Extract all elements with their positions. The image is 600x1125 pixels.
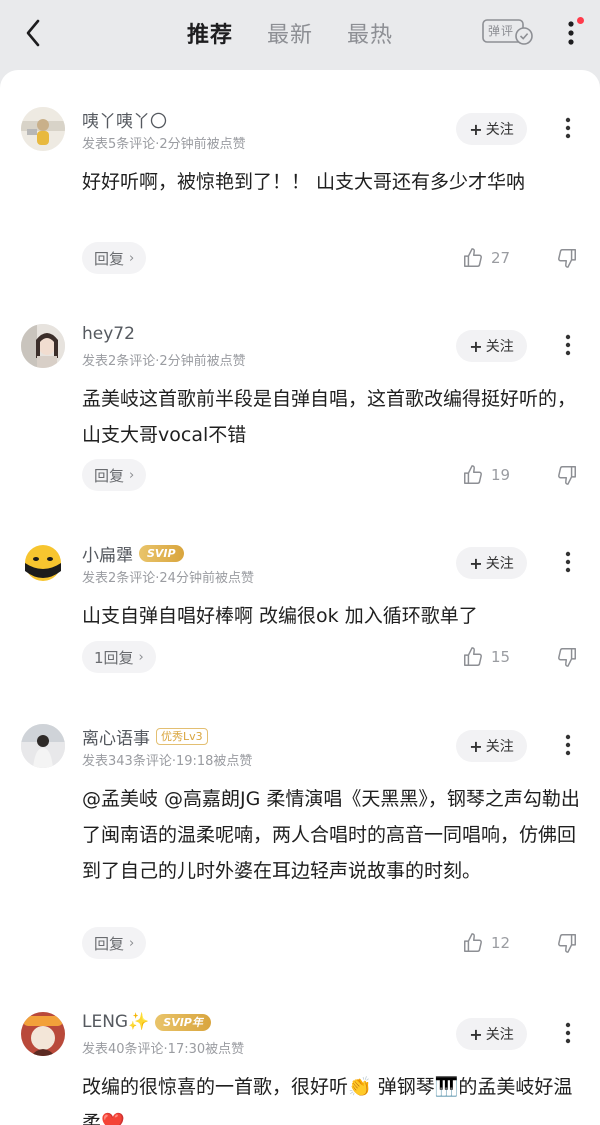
thumbs-up-icon xyxy=(464,647,482,666)
follow-button[interactable]: + 关注 xyxy=(456,730,527,762)
plus-icon: + xyxy=(469,119,483,139)
notification-dot xyxy=(577,17,584,24)
user-meta: 发表2条评论·24分钟前被点赞 xyxy=(82,571,254,586)
thumbs-up-icon xyxy=(464,933,482,952)
username[interactable]: hey72 xyxy=(82,324,135,344)
svip-year-badge: SVIP年 xyxy=(155,1013,211,1031)
tab-hottest[interactable]: 最热 xyxy=(347,17,393,49)
level-badge: 优秀Lv3 xyxy=(156,728,208,745)
avatar[interactable] xyxy=(21,1012,65,1056)
dislike-button[interactable] xyxy=(556,247,578,273)
comment-text: @孟美岐 @高嘉朗JG 柔情演唱《天黑黑》，钢琴之声勾勒出了闽南语的温柔呢喃，两… xyxy=(82,788,580,882)
comment-item: 小扁犟 SVIP 发表2条评论·24分钟前被点赞 + 关注 山支自弹自唱好棒啊 … xyxy=(0,504,600,688)
like-button[interactable]: 19 xyxy=(462,464,510,486)
follow-label: 关注 xyxy=(485,739,514,755)
more-vertical-icon xyxy=(565,734,571,756)
user-info: hey72 xyxy=(82,324,135,344)
comment-more-button[interactable] xyxy=(558,113,578,143)
avatar[interactable] xyxy=(21,541,65,585)
more-vertical-icon xyxy=(565,551,571,573)
comment-text: 孟美岐这首歌前半段是自弹自唱，这首歌改编得挺好听的，山支大哥vocal不错 xyxy=(82,388,577,446)
username[interactable]: 小扁犟 xyxy=(82,541,133,566)
comment-item: LENG✨ SVIP年 发表40条评论·17:30被点赞 + 关注 改编的很惊喜… xyxy=(0,975,600,1125)
comment-list: 咦丫咦丫〇 发表5条评论·2分钟前被点赞 + 关注 好好听啊，被惊艳到了！！ 山… xyxy=(0,70,600,1125)
username[interactable]: LENG✨ xyxy=(82,1012,149,1032)
username[interactable]: 离心语事 xyxy=(82,724,150,749)
comment-text: 山支自弹自唱好棒啊 改编很ok 加入循环歌单了 xyxy=(82,605,478,627)
plus-icon: + xyxy=(469,736,483,756)
more-vertical-icon xyxy=(565,117,571,139)
follow-label: 关注 xyxy=(485,1027,514,1043)
tab-latest[interactable]: 最新 xyxy=(267,17,313,49)
follow-button[interactable]: + 关注 xyxy=(456,330,527,362)
like-count: 19 xyxy=(491,466,511,484)
thumbs-down-icon xyxy=(558,648,576,667)
user-meta: 发表343条评论·19:18被点赞 xyxy=(82,754,253,769)
like-count: 27 xyxy=(491,249,511,267)
svip-badge: SVIP xyxy=(139,545,184,562)
like-button[interactable]: 15 xyxy=(462,646,510,668)
reply-button[interactable]: 1回复 › xyxy=(82,641,156,673)
comment-item: hey72 发表2条评论·2分钟前被点赞 + 关注 孟美岐这首歌前半段是自弹自唱… xyxy=(0,287,600,507)
reply-button[interactable]: 回复 › xyxy=(82,242,147,274)
thumbs-down-icon xyxy=(558,249,576,268)
avatar[interactable] xyxy=(21,107,65,151)
dislike-button[interactable] xyxy=(556,646,578,672)
chevron-right-icon: › xyxy=(138,649,144,665)
follow-label: 关注 xyxy=(485,339,514,355)
plus-icon: + xyxy=(469,553,483,573)
dislike-button[interactable] xyxy=(556,932,578,958)
more-vertical-icon xyxy=(568,21,574,45)
chevron-right-icon: › xyxy=(129,467,135,483)
reply-label: 回复 xyxy=(94,466,125,485)
user-meta: 发表40条评论·17:30被点赞 xyxy=(82,1042,245,1057)
tab-recommended[interactable]: 推荐 xyxy=(187,17,233,49)
user-info: 咦丫咦丫〇 xyxy=(82,107,167,132)
user-meta: 发表5条评论·2分钟前被点赞 xyxy=(82,137,246,152)
username[interactable]: 咦丫咦丫〇 xyxy=(82,107,167,132)
dislike-button[interactable] xyxy=(556,464,578,490)
chevron-right-icon: › xyxy=(129,935,135,951)
comment-text: 好好听啊，被惊艳到了！！ 山支大哥还有多少才华呐 xyxy=(82,171,526,193)
like-count: 12 xyxy=(491,934,511,952)
avatar[interactable] xyxy=(21,324,65,368)
reply-button[interactable]: 回复 › xyxy=(82,459,147,491)
danmu-label: 弹评 xyxy=(488,24,515,38)
like-button[interactable]: 12 xyxy=(462,932,510,954)
top-bar: 推荐 最新 最热 弹评 xyxy=(0,0,600,70)
follow-button[interactable]: + 关注 xyxy=(456,113,527,145)
comment-more-button[interactable] xyxy=(558,547,578,577)
reply-button[interactable]: 回复 › xyxy=(82,927,147,959)
thumbs-down-icon xyxy=(558,466,576,485)
danmu-comment-toggle[interactable]: 弹评 xyxy=(482,19,534,45)
comment-item: 咦丫咦丫〇 发表5条评论·2分钟前被点赞 + 关注 好好听啊，被惊艳到了！！ 山… xyxy=(0,70,600,290)
more-vertical-icon xyxy=(565,334,571,356)
comment-more-button[interactable] xyxy=(558,330,578,360)
reply-label: 回复 xyxy=(94,934,125,953)
like-count: 15 xyxy=(491,648,511,666)
plus-icon: + xyxy=(469,336,483,356)
plus-icon: + xyxy=(469,1024,483,1044)
follow-button[interactable]: + 关注 xyxy=(456,547,527,579)
user-meta: 发表2条评论·2分钟前被点赞 xyxy=(82,354,246,369)
comment-text: 改编的很惊喜的一首歌，很好听👏 弹钢琴🎹的孟美岐好温柔❤️ xyxy=(82,1076,573,1125)
comment-item: 离心语事 优秀Lv3 发表343条评论·19:18被点赞 + 关注 @孟美岐 @… xyxy=(0,687,600,977)
like-button[interactable]: 27 xyxy=(462,247,510,269)
more-vertical-icon xyxy=(565,1022,571,1044)
reply-label: 回复 xyxy=(94,249,125,268)
chevron-right-icon: › xyxy=(129,250,135,266)
thumbs-up-icon xyxy=(464,248,482,267)
thumbs-down-icon xyxy=(558,934,576,953)
comment-more-button[interactable] xyxy=(558,1018,578,1048)
follow-label: 关注 xyxy=(485,122,514,138)
comment-more-button[interactable] xyxy=(558,730,578,760)
avatar[interactable] xyxy=(21,724,65,768)
thumbs-up-icon xyxy=(464,465,482,484)
user-info: 离心语事 优秀Lv3 xyxy=(82,724,208,749)
reply-label: 1回复 xyxy=(94,648,134,667)
follow-label: 关注 xyxy=(485,556,514,572)
follow-button[interactable]: + 关注 xyxy=(456,1018,527,1050)
user-info: 小扁犟 SVIP xyxy=(82,541,184,566)
user-info: LENG✨ SVIP年 xyxy=(82,1012,211,1032)
